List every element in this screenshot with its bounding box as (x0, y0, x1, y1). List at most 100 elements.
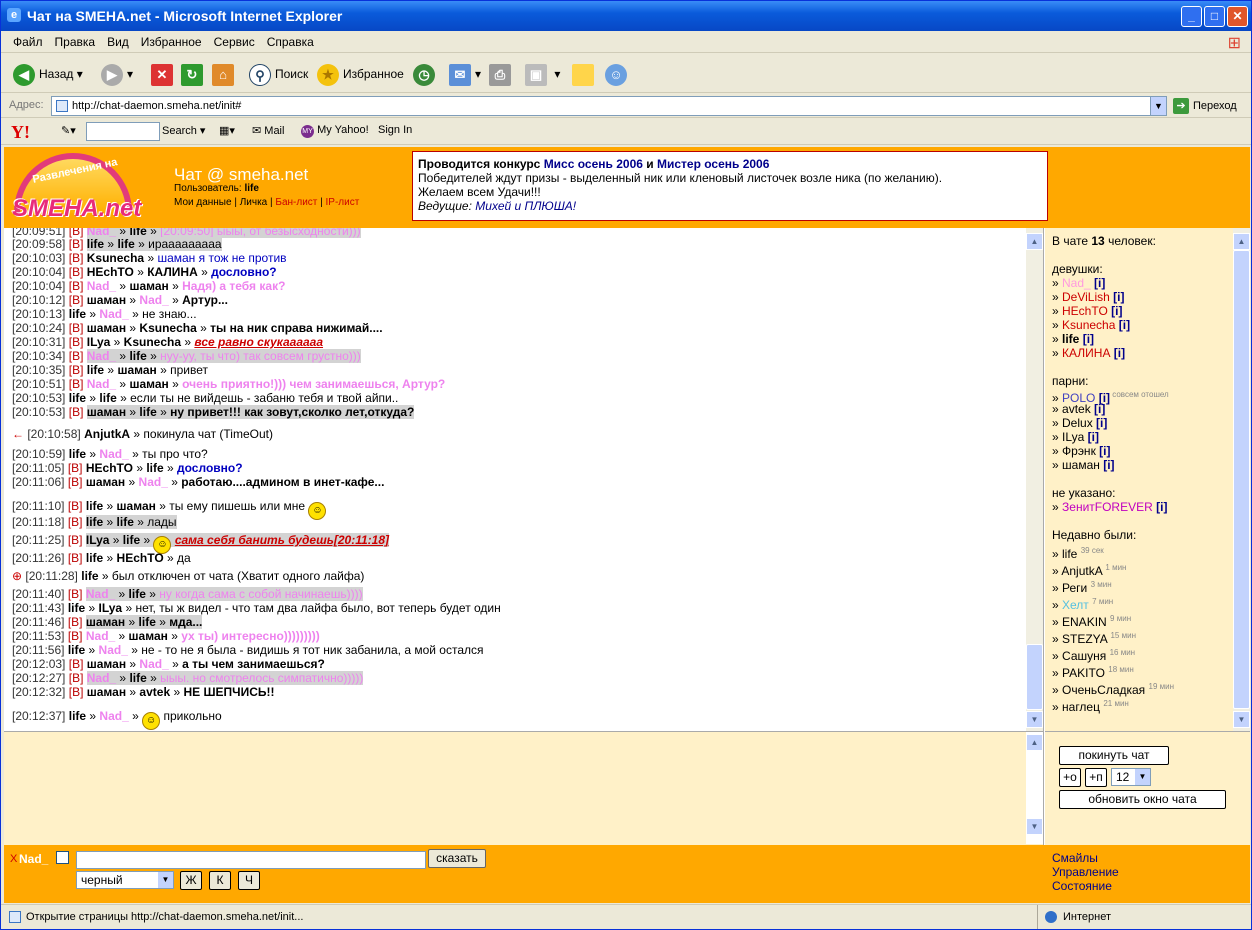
smileys-link[interactable]: Смайлы (1052, 851, 1119, 865)
address-dropdown-button[interactable]: ▼ (1150, 97, 1166, 115)
sender-nick[interactable]: шаман (87, 685, 126, 699)
recent-nick[interactable]: Реги (1062, 581, 1087, 595)
user-nick[interactable]: avtek (1062, 402, 1091, 416)
recent-nick[interactable]: ОченьСладкая (1062, 683, 1145, 697)
private-marker[interactable]: [В] (69, 251, 84, 265)
private-marker[interactable]: [В] (68, 515, 83, 529)
sender-nick[interactable]: AnjutkA (84, 427, 130, 441)
recipient-nick[interactable]: шаман (117, 499, 156, 513)
recent-item[interactable]: » ОченьСладкая 19 мин (1052, 680, 1174, 697)
sender-nick[interactable]: HEchTO (86, 461, 133, 475)
private-link[interactable]: Личка (240, 197, 268, 208)
user-item[interactable]: » Фрэнк [i] (1052, 444, 1110, 458)
user-item[interactable]: » Ksunecha [i] (1052, 318, 1130, 332)
message-input[interactable] (76, 851, 426, 869)
sender-nick[interactable]: life (68, 601, 85, 615)
sender-nick[interactable]: Nad_ (86, 629, 115, 643)
recipient-nick[interactable]: Nad_ (99, 307, 128, 321)
sender-nick[interactable]: Nad_ (87, 279, 116, 293)
user-nick[interactable]: Nad_ (1062, 276, 1091, 290)
minimize-button[interactable]: _ (1181, 6, 1202, 27)
sender-nick[interactable]: life (69, 307, 86, 321)
recipient-nick[interactable]: ILya (99, 601, 123, 615)
recipient-nick[interactable]: Nad_ (99, 643, 128, 657)
private-marker[interactable]: [В] (68, 475, 83, 489)
private-marker[interactable]: [В] (69, 685, 84, 699)
leave-chat-button[interactable]: покинуть чат (1059, 746, 1169, 765)
recent-item[interactable]: » наглец 21 мин (1052, 697, 1129, 714)
sender-nick[interactable]: life (69, 447, 86, 461)
private-marker[interactable]: [В] (69, 349, 84, 363)
users-scroll-thumb[interactable] (1233, 250, 1250, 709)
private-marker[interactable]: [В] (68, 629, 83, 643)
say-button[interactable]: сказать (428, 849, 486, 868)
sender-nick[interactable]: Nad_ (87, 671, 116, 685)
private-marker[interactable]: [В] (68, 587, 83, 601)
sender-nick[interactable]: Nad_ (86, 587, 115, 601)
smeha-logo[interactable]: Развлечения на SMEHA.net (10, 153, 141, 225)
recent-nick[interactable]: Хелт (1062, 598, 1089, 612)
user-item[interactable]: » DeViLish [i] (1052, 290, 1125, 304)
menu-tools[interactable]: Сервис (214, 31, 255, 53)
user-nick[interactable]: DeViLish (1062, 290, 1110, 304)
italic-button[interactable]: К (209, 871, 231, 890)
close-button[interactable]: ✕ (1227, 6, 1248, 27)
refresh-chat-button[interactable]: обновить окно чата (1059, 790, 1226, 809)
bold-button[interactable]: Ж (180, 871, 202, 890)
private-marker[interactable]: [В] (69, 657, 84, 671)
yahoo-mail-button[interactable]: ✉ Mail (252, 124, 284, 137)
user-info-link[interactable]: [i] (1083, 332, 1094, 346)
address-input[interactable]: http://chat-daemon.smeha.net/init# ▼ (51, 96, 1167, 116)
recipient-nick[interactable]: life (139, 405, 156, 419)
sender-nick[interactable]: life (69, 391, 86, 405)
user-info-link[interactable]: [i] (1096, 416, 1107, 430)
recipient-nick[interactable]: life (117, 515, 134, 529)
sender-nick[interactable]: Nad_ (87, 349, 116, 363)
recipient-nick[interactable]: life (129, 349, 146, 363)
sender-nick[interactable]: шаман (87, 405, 126, 419)
print-button[interactable]: ⎙ (489, 61, 515, 87)
recipient-nick[interactable]: life (146, 461, 163, 475)
recent-nick[interactable]: AnjutkA (1061, 564, 1102, 578)
recipient-nick[interactable]: life (129, 671, 146, 685)
private-marker[interactable]: [В] (68, 533, 83, 547)
menu-view[interactable]: Вид (107, 31, 129, 53)
recent-item[interactable]: » STEZYA 15 мин (1052, 629, 1136, 646)
text-color-select[interactable]: черный ▼ (76, 871, 174, 889)
recipient-nick[interactable]: avtek (139, 685, 170, 699)
user-info-link[interactable]: [i] (1099, 444, 1110, 458)
recipient-nick[interactable]: HEchTO (117, 551, 164, 565)
private-marker[interactable]: [В] (69, 321, 84, 335)
ip-list-link[interactable]: IP-лист (326, 197, 360, 208)
management-link[interactable]: Управление (1052, 865, 1119, 879)
recipient-nick[interactable]: life (99, 391, 116, 405)
messenger-button[interactable]: ☺ (605, 61, 631, 87)
user-info-link[interactable]: [i] (1111, 304, 1122, 318)
sender-nick[interactable]: life (86, 551, 103, 565)
chat-messages[interactable]: [20:09:51] [В] Nad_ » life » [20:09:50] … (4, 228, 1044, 731)
recipient-nick[interactable]: life (129, 587, 146, 601)
recent-nick[interactable]: PAKITO (1062, 666, 1105, 680)
refresh-button[interactable]: ↻ (181, 61, 207, 87)
recent-item[interactable]: » ENAKIN 9 мин (1052, 612, 1131, 629)
user-nick[interactable]: КАЛИНА (1062, 346, 1110, 360)
recipient-nick[interactable]: шаман (129, 377, 168, 391)
recipient-nick[interactable]: Ksunecha (124, 335, 181, 349)
user-item[interactable]: » avtek [i] (1052, 402, 1105, 416)
recent-nick[interactable]: STEZYA (1062, 632, 1107, 646)
recent-item[interactable]: » PAKITO 18 мин (1052, 663, 1134, 680)
scroll-down-button[interactable]: ▼ (1026, 711, 1043, 728)
users-scroll-down-button[interactable]: ▼ (1233, 711, 1250, 728)
sender-nick[interactable]: life (87, 363, 104, 377)
user-item[interactable]: » КАЛИНА [i] (1052, 346, 1125, 360)
user-info-link[interactable]: [i] (1094, 402, 1105, 416)
sender-nick[interactable]: ILya (86, 533, 110, 547)
user-list-scrollbar[interactable]: ▲ ▼ (1233, 228, 1250, 731)
private-scroll-up-button[interactable]: ▲ (1026, 734, 1043, 751)
back-button[interactable]: ◀ Назад ▾ (13, 61, 83, 87)
yahoo-logo[interactable]: Y! (11, 122, 30, 143)
favorites-button[interactable]: ★ Избранное (317, 61, 404, 87)
user-item[interactable]: » HEchTO [i] (1052, 304, 1122, 318)
recent-item[interactable]: » life 39 сек (1052, 544, 1104, 561)
status-link[interactable]: Состояние (1052, 879, 1119, 893)
